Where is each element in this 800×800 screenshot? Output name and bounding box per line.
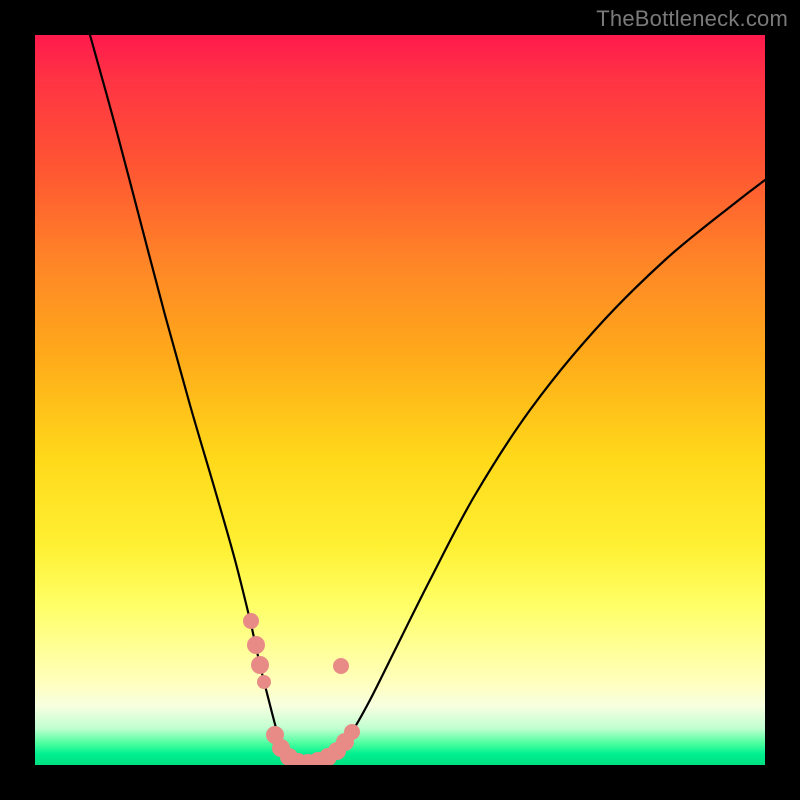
data-bead — [333, 658, 349, 674]
beads-group — [243, 613, 360, 765]
data-bead — [251, 656, 269, 674]
bottleneck-curve — [90, 35, 765, 763]
curve-group — [90, 35, 765, 763]
curves-svg — [35, 35, 765, 765]
data-bead — [257, 675, 271, 689]
plot-area — [35, 35, 765, 765]
watermark-text: TheBottleneck.com — [596, 6, 788, 32]
data-bead — [344, 724, 360, 740]
data-bead — [247, 636, 265, 654]
chart-frame: TheBottleneck.com — [0, 0, 800, 800]
data-bead — [243, 613, 259, 629]
